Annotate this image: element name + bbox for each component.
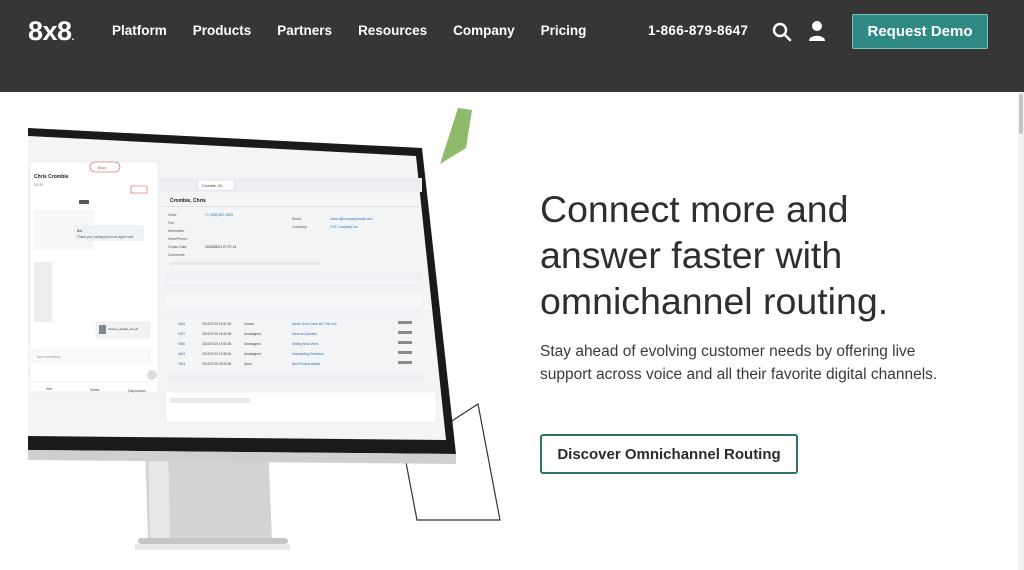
- record-title: Crombie, Chris: [170, 198, 206, 204]
- company-value[interactable]: XYZ Company Inc.: [330, 225, 359, 229]
- contact-name: Chris Crombie: [34, 174, 69, 180]
- nav-item-pricing[interactable]: Pricing: [541, 23, 587, 38]
- svg-text:Create Date:: Create Date:: [168, 245, 187, 249]
- svg-text:New Product Added: New Product Added: [292, 362, 320, 366]
- green-accent-shape: [440, 108, 472, 164]
- phone-value[interactable]: +1 (555) 867-5309: [205, 213, 233, 217]
- svg-text:Admin Does Gave Me This Link: Admin Does Gave Me This Link: [292, 322, 337, 326]
- svg-text:Bot: Bot: [77, 229, 82, 233]
- svg-text:Company:: Company:: [292, 225, 308, 229]
- svg-text:7603: 7603: [178, 362, 185, 366]
- svg-text:Unassigned: Unassigned: [244, 342, 261, 346]
- svg-text:5456: 5456: [178, 322, 185, 326]
- svg-text:Email:: Email:: [292, 217, 301, 221]
- user-icon[interactable]: [808, 20, 826, 42]
- page-scrollbar[interactable]: [1018, 92, 1024, 570]
- svg-text:Onboarding Feedback: Onboarding Feedback: [292, 352, 324, 356]
- phone-link[interactable]: 1-866-879-8647: [648, 23, 748, 38]
- top-navigation-bar: 8x8. Platform Products Partners Resource…: [0, 0, 1024, 92]
- chat-message: Thank you, routing you to an agent now.: [77, 235, 134, 239]
- tab-info[interactable]: Info: [46, 387, 52, 391]
- svg-text:1007: 1007: [178, 332, 185, 336]
- svg-text:5456: 5456: [178, 342, 185, 346]
- svg-text:6453: 6453: [178, 352, 185, 356]
- svg-text:2024/07/19 14:55:55: 2024/07/19 14:55:55: [202, 342, 231, 346]
- main-nav: Platform Products Partners Resources Com…: [112, 23, 612, 38]
- svg-text:Fax:: Fax:: [168, 221, 175, 225]
- logo-text: 8x8: [28, 16, 72, 46]
- nav-item-partners[interactable]: Partners: [277, 23, 332, 38]
- scrollbar-thumb[interactable]: [1019, 94, 1023, 134]
- svg-text:Voice:: Voice:: [168, 213, 177, 217]
- svg-text:HomePhone:: HomePhone:: [168, 237, 188, 241]
- chat-input-placeholder: Type something...: [36, 355, 63, 359]
- email-value[interactable]: chris.c@companyemail.com: [330, 217, 373, 221]
- svg-text:Unassigned: Unassigned: [244, 332, 261, 336]
- hero-title: Connect more and answer faster with omni…: [540, 188, 889, 322]
- search-icon[interactable]: [772, 22, 792, 42]
- nav-item-company[interactable]: Company: [453, 23, 515, 38]
- svg-text:2024/07/19 16:45:55: 2024/07/19 16:45:55: [202, 332, 231, 336]
- nav-item-products[interactable]: Products: [193, 23, 252, 38]
- logo[interactable]: 8x8.: [28, 16, 74, 47]
- svg-text:Setting New Users: Setting New Users: [292, 342, 319, 346]
- nav-item-platform[interactable]: Platform: [112, 23, 167, 38]
- record-tab-label: Crombie, Ch...: [202, 184, 225, 188]
- hero-subtitle: Stay ahead of evolving customer needs by…: [540, 343, 938, 383]
- monitor-illustration: Chris Crombie 00:45 Bot Thank you, routi…: [28, 108, 501, 550]
- request-demo-button[interactable]: Request Demo: [852, 14, 988, 49]
- tab-disposition[interactable]: Disposition: [128, 389, 146, 393]
- svg-text:Open: Open: [244, 362, 252, 366]
- svg-text:General Question: General Question: [292, 332, 317, 336]
- tab-notes[interactable]: Notes: [90, 388, 100, 392]
- end-call-button[interactable]: [130, 185, 148, 194]
- file-name: Invoice_details_12.pdf: [108, 327, 138, 331]
- status-text: Busy: [98, 166, 106, 170]
- svg-text:Closed: Closed: [244, 322, 254, 326]
- created-date: 2023/08/24 07:27:14: [205, 245, 236, 249]
- svg-text:Comments:: Comments:: [168, 253, 185, 257]
- svg-text:Alternative:: Alternative:: [168, 229, 185, 233]
- discover-omnichannel-routing-button[interactable]: Discover Omnichannel Routing: [540, 434, 798, 474]
- svg-text:2024/07/19 14:51:00: 2024/07/19 14:51:00: [202, 322, 231, 326]
- contact-time: 00:45: [34, 183, 43, 187]
- nav-item-resources[interactable]: Resources: [358, 23, 427, 38]
- svg-text:Unassigned: Unassigned: [244, 352, 261, 356]
- svg-text:2024/07/19 09:26:56: 2024/07/19 09:26:56: [202, 362, 231, 366]
- svg-text:2024/07/19 12:35:46: 2024/07/19 12:35:46: [202, 352, 231, 356]
